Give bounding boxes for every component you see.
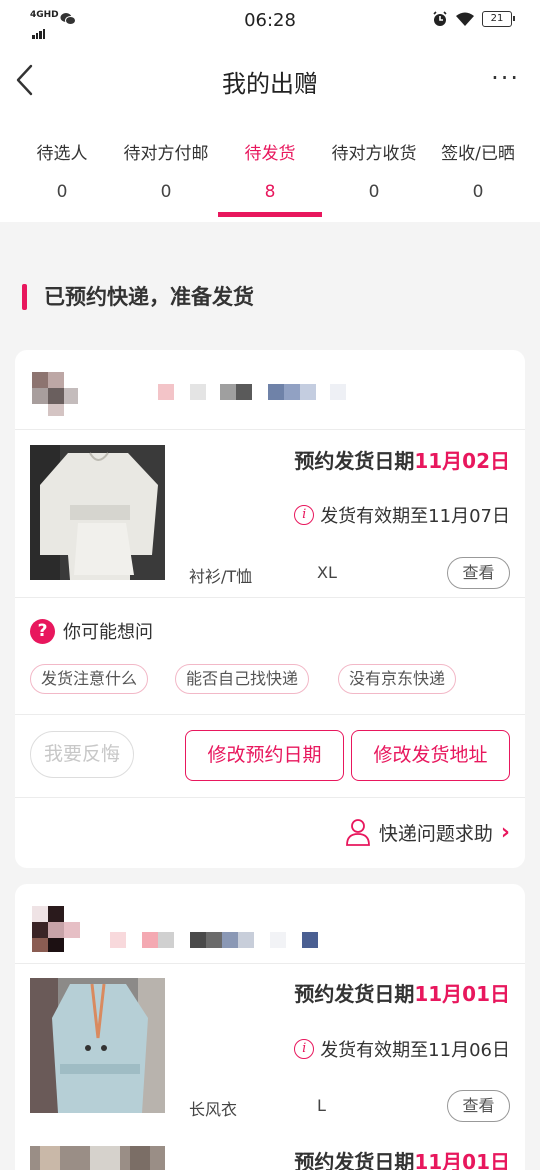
tab-label: 待选人 xyxy=(36,144,88,164)
tab-count: 0 xyxy=(56,182,68,202)
regret-button[interactable]: 我要反悔 xyxy=(30,731,134,778)
tab-count: 0 xyxy=(472,182,484,202)
ship-date-value: 11月01日 xyxy=(414,982,510,1006)
faq-chip[interactable]: 能否自己找快递 xyxy=(175,664,310,694)
wifi-icon xyxy=(456,12,474,26)
faq-title: 你可能想问 xyxy=(63,622,153,643)
divider xyxy=(15,714,525,715)
user-avatar-pixelated xyxy=(30,902,330,952)
more-icon[interactable]: ··· xyxy=(491,66,520,90)
valid-period: i 发货有效期至11月07日 xyxy=(294,502,510,528)
view-button[interactable]: 查看 xyxy=(447,1090,510,1122)
active-tab-indicator xyxy=(218,212,322,217)
section-title: 已预约快递，准备发货 xyxy=(44,285,254,309)
faq-header: ? 你可能想问 xyxy=(30,618,153,644)
tab-pending-postage[interactable]: 待对方付邮 0 xyxy=(114,142,218,202)
ship-date-value: 11月02日 xyxy=(414,449,510,473)
order-card: 预约发货日期11月01日 i 发货有效期至11月06日 长风衣 L 查看 预约发… xyxy=(15,884,525,1170)
section-accent-bar xyxy=(22,284,27,310)
info-icon: i xyxy=(294,1039,315,1059)
tab-pending-receipt[interactable]: 待对方收货 0 xyxy=(322,142,426,202)
ship-date-label: 预约发货日期 xyxy=(294,449,415,473)
valid-period: i 发货有效期至11月06日 xyxy=(294,1036,510,1062)
tab-count: 8 xyxy=(264,182,276,202)
user-icon xyxy=(346,819,370,846)
divider xyxy=(15,797,525,798)
product-size: XL xyxy=(317,563,337,582)
tab-label: 待对方收货 xyxy=(331,144,417,164)
battery-indicator: 21 xyxy=(482,11,515,27)
chevron-right-icon: › xyxy=(500,819,510,845)
product-size: L xyxy=(317,1096,326,1115)
help-label: 快递问题求助 xyxy=(378,822,493,845)
nav-bar: 我的出赠 ··· xyxy=(0,42,540,120)
tab-pending-select[interactable]: 待选人 0 xyxy=(10,142,114,202)
order-card: 预约发货日期11月02日 i 发货有效期至11月07日 衬衫/T恤 XL 查看 … xyxy=(15,350,525,868)
view-button[interactable]: 查看 xyxy=(447,557,510,589)
tab-count: 0 xyxy=(368,182,380,202)
change-address-button[interactable]: 修改发货地址 xyxy=(351,730,510,781)
ship-date: 预约发货日期11月02日 xyxy=(294,445,510,474)
courier-help-link[interactable]: 快递问题求助 › xyxy=(345,818,510,846)
divider xyxy=(15,429,525,430)
product-thumbnail[interactable] xyxy=(30,1146,165,1170)
tab-signed-shared[interactable]: 签收/已晒 0 xyxy=(426,142,530,202)
ship-date: 预约发货日期11月01日 xyxy=(294,1146,510,1170)
product-thumbnail[interactable] xyxy=(30,445,165,580)
divider xyxy=(15,963,525,964)
ship-date: 预约发货日期11月01日 xyxy=(294,978,510,1007)
status-bar: 4GHD 06:28 21 xyxy=(0,0,540,42)
info-icon: i xyxy=(294,505,315,525)
change-date-button[interactable]: 修改预约日期 xyxy=(185,730,344,781)
tab-pending-ship[interactable]: 待发货 8 xyxy=(218,142,322,202)
tab-label: 待对方付邮 xyxy=(123,144,209,164)
tab-count: 0 xyxy=(160,182,172,202)
product-category: 衬衫/T恤 xyxy=(189,567,253,586)
product-thumbnail[interactable] xyxy=(30,978,165,1113)
page-title: 我的出赠 xyxy=(222,70,318,98)
faq-chip[interactable]: 发货注意什么 xyxy=(30,664,149,694)
tab-label: 待发货 xyxy=(244,144,296,164)
ship-date-label: 预约发货日期 xyxy=(294,982,415,1006)
alarm-icon xyxy=(433,11,447,26)
product-category: 长风衣 xyxy=(189,1100,238,1119)
question-icon: ? xyxy=(30,618,55,644)
tab-label: 签收/已晒 xyxy=(441,144,515,164)
status-tabs: 待选人 0 待对方付邮 0 待发货 8 待对方收货 0 签收/已晒 0 xyxy=(0,120,540,222)
divider xyxy=(15,597,525,598)
valid-text: 发货有效期至11月06日 xyxy=(320,1040,510,1061)
ship-date-value: 11月01日 xyxy=(414,1150,510,1170)
valid-text: 发货有效期至11月07日 xyxy=(320,506,510,527)
faq-chip[interactable]: 没有京东快递 xyxy=(338,664,457,694)
ship-date-label: 预约发货日期 xyxy=(294,1150,415,1170)
user-avatar-pixelated xyxy=(30,368,350,418)
